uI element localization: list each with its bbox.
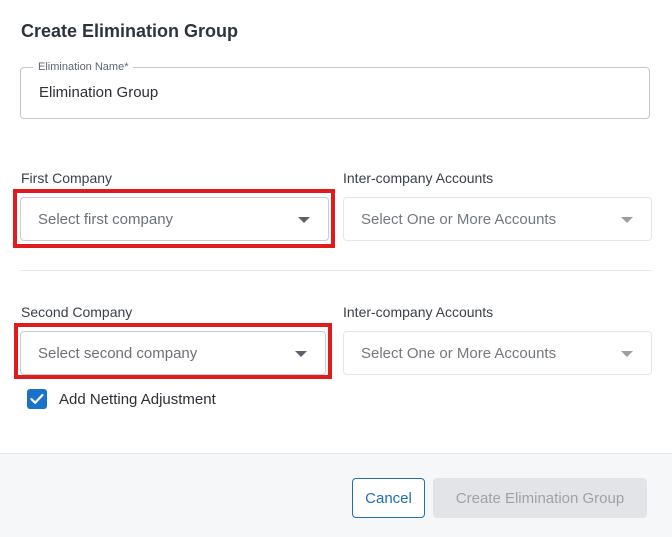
chevron-down-icon <box>298 217 310 223</box>
dialog-title: Create Elimination Group <box>21 21 239 41</box>
dialog-footer: Cancel Create Elimination Group <box>0 453 672 537</box>
first-company-placeholder: Select first company <box>38 211 174 228</box>
first-company-select[interactable]: Select first company <box>20 197 329 241</box>
second-company-placeholder: Select second company <box>38 345 198 362</box>
elimination-name-field[interactable]: Elimination Name* Elimination Group <box>20 60 650 119</box>
first-accounts-placeholder: Select One or More Accounts <box>361 211 557 228</box>
second-accounts-placeholder: Select One or More Accounts <box>361 345 557 362</box>
first-company-label: First Company <box>21 170 113 186</box>
second-accounts-label: Inter-company Accounts <box>343 304 494 320</box>
netting-adjustment-checkbox[interactable] <box>27 389 47 409</box>
chevron-down-icon <box>295 351 307 357</box>
second-accounts-select: Select One or More Accounts <box>343 331 652 375</box>
create-elimination-group-button[interactable]: Create Elimination Group <box>433 478 647 518</box>
create-elimination-group-dialog: Create Elimination Group Elimination Nam… <box>0 0 672 537</box>
first-accounts-label: Inter-company Accounts <box>343 170 494 186</box>
netting-adjustment-label: Add Netting Adjustment <box>59 390 216 408</box>
cancel-button[interactable]: Cancel <box>352 478 425 518</box>
chevron-down-icon <box>621 351 633 357</box>
section-divider <box>20 270 652 271</box>
second-company-label: Second Company <box>21 304 133 320</box>
chevron-down-icon <box>621 217 633 223</box>
elimination-name-label: Elimination Name* <box>33 60 134 74</box>
first-accounts-select: Select One or More Accounts <box>343 197 652 241</box>
netting-adjustment-checkbox-row[interactable]: Add Netting Adjustment <box>27 389 216 409</box>
checkmark-icon <box>30 393 44 404</box>
second-company-select[interactable]: Select second company <box>20 331 326 375</box>
elimination-name-value[interactable]: Elimination Group <box>39 84 158 101</box>
